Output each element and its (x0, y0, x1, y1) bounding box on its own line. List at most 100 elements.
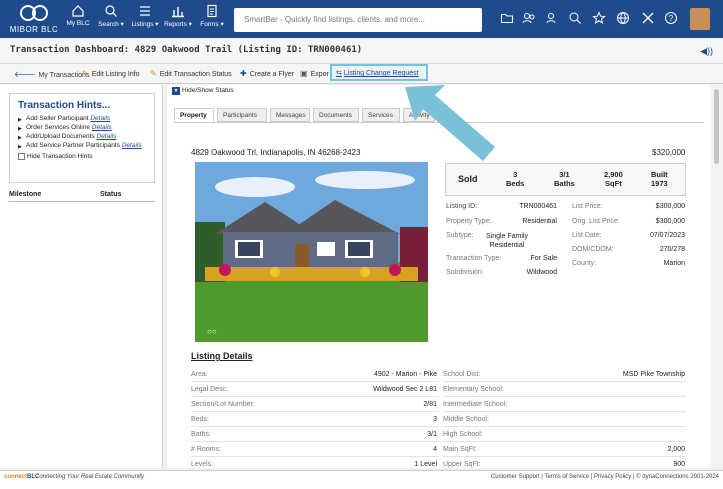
user-avatar[interactable] (690, 8, 710, 30)
nav-my-blc[interactable]: My BLC (66, 4, 90, 27)
request-icon: ⇆ (336, 70, 342, 77)
mibor-blc-logo[interactable]: MIBOR BLC (8, 4, 60, 34)
nav-listings[interactable]: Listings ▾ (130, 4, 160, 28)
row-divider (191, 456, 439, 457)
hint-text: Add/Upload Documents (26, 133, 95, 140)
star-icon[interactable] (592, 11, 606, 25)
hint-text: Add Service Partner Participants (26, 142, 120, 149)
row-divider (443, 381, 686, 382)
smartbar-search-input[interactable]: SmartBar - Quickly find listings, client… (234, 8, 482, 32)
tools-icon[interactable] (641, 11, 655, 25)
export-icon: ▣ (300, 69, 308, 78)
detail-value: 2/81 (423, 401, 437, 408)
listing-id-label: Listing ID: (446, 203, 478, 210)
top-navigation-bar: MIBOR BLC My BLC Search ▾ Listings ▾ Rep… (0, 0, 723, 38)
zoom-search-icon[interactable] (568, 11, 582, 25)
hint-details-link[interactable]: Details (96, 133, 116, 140)
subdivision-label: Subdivision: (446, 269, 484, 276)
footer-brand-part1: connect (4, 474, 28, 480)
globe-icon[interactable] (616, 11, 630, 25)
export-link[interactable]: ▣ Expor (300, 69, 329, 78)
status-column-header: Status (100, 191, 122, 198)
speaker-icon[interactable]: ◀)) (700, 46, 713, 57)
footer-links[interactable]: Customer Support | Terms of Service | Pr… (491, 474, 719, 480)
edit-listing-info-link[interactable]: ✎ Edit Listing Info (82, 69, 140, 78)
checkbox-box[interactable] (18, 153, 25, 160)
house-image: ○○ (195, 162, 428, 342)
sqft-label: SqFt (605, 179, 622, 188)
user-add-icon[interactable] (545, 11, 559, 25)
tab-participants[interactable]: Participants (217, 108, 267, 122)
scrollbar-thumb[interactable] (714, 89, 719, 164)
document-icon (207, 4, 217, 18)
milestone-column-header: Milestone (9, 191, 42, 198)
beds-label: Beds (506, 179, 525, 188)
detail-label: School Dist: (443, 371, 481, 378)
sidebar: Transaction Hints... Add Seller Particip… (0, 85, 163, 468)
my-transactions-link[interactable]: 🡐 My Transactions (14, 69, 89, 79)
edit-transaction-status-link[interactable]: ✎ Edit Transaction Status (150, 69, 232, 78)
row-divider (191, 426, 439, 427)
detail-label: Middle School: (443, 416, 489, 423)
search-icon (105, 5, 117, 17)
nav-reports[interactable]: Reports ▾ (164, 4, 192, 28)
list-icon (140, 6, 150, 16)
nav-forms[interactable]: Forms ▾ (198, 4, 226, 28)
dom-cdom-value: 270/278 (659, 246, 685, 253)
list-date-value: 07/07/2023 (649, 232, 685, 239)
county-label: County: (572, 260, 597, 267)
nav-search[interactable]: Search ▾ (97, 4, 125, 28)
sqft-value: 2,900 (604, 170, 623, 179)
nav-search-label: Search ▾ (98, 21, 124, 28)
folder-icon[interactable] (500, 11, 514, 25)
detail-value: 3 (433, 416, 437, 423)
watermark-logo-icon: ○○ (207, 327, 217, 336)
nav-my-blc-label: My BLC (66, 20, 90, 27)
hint-text: Add Seller Participant (26, 115, 89, 122)
tab-services[interactable]: Services (362, 108, 400, 122)
transaction-type-label: Transaction Type: (446, 255, 502, 262)
nav-listings-label: Listings ▾ (131, 21, 159, 28)
hint-details-link[interactable]: Details (92, 124, 112, 131)
row-divider (443, 411, 686, 412)
property-photo[interactable]: ○○ (195, 162, 428, 342)
subdivision-value: Wildwood (526, 269, 557, 276)
help-icon[interactable]: ? (664, 11, 678, 25)
detail-value: 1 Level (414, 461, 437, 468)
footer-tagline: Connecting Your Real Estate Community (35, 474, 144, 480)
row-divider (443, 396, 686, 397)
row-divider (191, 381, 439, 382)
property-address: 4829 Oakwood Trl, Indianapolis, IN 46268… (191, 148, 361, 157)
hide-hints-checkbox[interactable]: Hide Transaction Hints (18, 153, 146, 160)
row-divider (191, 441, 439, 442)
tab-messages[interactable]: Messages (270, 108, 310, 122)
baths-value: 3/1 (559, 170, 570, 179)
list-price-label: List Price: (572, 203, 603, 210)
hint-item: Add Seller Participant Details (18, 115, 146, 124)
baths-label: Baths (554, 179, 575, 188)
property-price: $320,000 (652, 148, 686, 157)
beds-value: 3 (513, 170, 518, 179)
row-divider (191, 411, 439, 412)
hint-details-link[interactable]: Details (122, 142, 142, 149)
create-flyer-link[interactable]: ✚ Create a Flyer (240, 69, 294, 78)
edit-listing-info-label: Edit Listing Info (91, 71, 140, 78)
listing-details-title: Listing Details (191, 351, 253, 361)
nav-reports-label: Reports ▾ (164, 21, 192, 28)
tab-property[interactable]: Property (174, 108, 214, 122)
detail-label: Upper SqFt: (443, 461, 481, 468)
orig-list-price-label: Orig. List Price: (572, 218, 620, 225)
hint-details-link[interactable]: Details (90, 115, 110, 122)
hints-title: Transaction Hints... (18, 100, 111, 111)
hide-show-status-toggle[interactable]: ▼ Hide/Show Status (172, 87, 234, 95)
baths-summary: 3/1 Baths (554, 170, 575, 188)
logo-text: MIBOR BLC (9, 25, 59, 34)
callout-arrow-icon (405, 85, 495, 161)
tab-documents[interactable]: Documents (313, 108, 359, 122)
create-flyer-label: Create a Flyer (249, 71, 295, 78)
vertical-scrollbar[interactable] (711, 85, 723, 468)
listing-change-request-link[interactable]: ⇆ Listing Change Request (330, 64, 428, 81)
contacts-icon[interactable] (522, 11, 536, 25)
row-divider (191, 396, 439, 397)
back-arrow-icon: 🡐 (14, 70, 36, 79)
